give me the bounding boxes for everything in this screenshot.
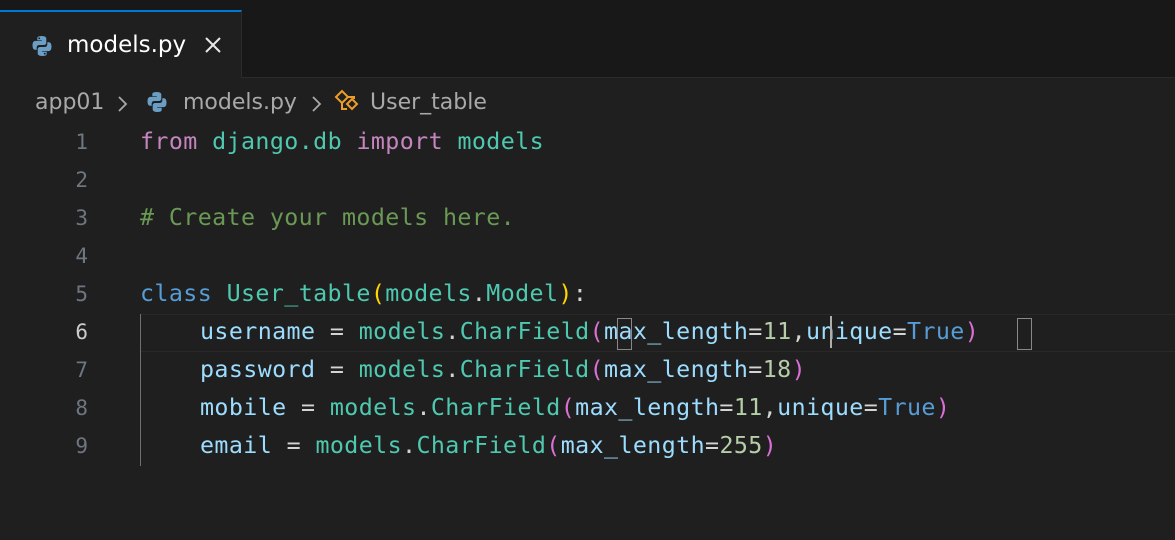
breadcrumb-file[interactable]: models.py xyxy=(183,90,297,115)
line-number: 1 xyxy=(75,130,88,154)
line-number: 3 xyxy=(75,206,88,230)
class-symbol-icon xyxy=(334,89,359,111)
python-icon xyxy=(32,36,52,56)
code-text: username = models.CharField(max_length=1… xyxy=(200,318,980,345)
code-comment: # Create your models here. xyxy=(140,204,516,231)
line-number: 8 xyxy=(75,396,88,420)
code-line[interactable]: 8 mobile = models.CharField(max_length=1… xyxy=(0,390,1175,428)
tab-models-py[interactable]: models.py xyxy=(0,10,242,78)
matching-bracket-highlight xyxy=(1017,318,1032,350)
line-number: 4 xyxy=(75,244,88,268)
breadcrumb-folder[interactable]: app01 xyxy=(35,90,104,115)
line-number: 9 xyxy=(75,434,88,458)
window-top-strip xyxy=(0,0,1175,10)
code-line[interactable]: 1 from django.db import models xyxy=(0,124,1175,162)
line-number: 5 xyxy=(75,282,88,306)
code-text: password = models.CharField(max_length=1… xyxy=(200,356,807,383)
matching-bracket-highlight xyxy=(617,318,632,350)
chevron-right-icon xyxy=(118,96,128,112)
tab-label: models.py xyxy=(67,32,187,58)
code-line[interactable]: 5 class User_table(models.Model): xyxy=(0,276,1175,314)
breadcrumb: app01 models.py User_table xyxy=(0,78,1175,128)
code-text: mobile = models.CharField(max_length=11,… xyxy=(200,394,951,421)
line-number: 2 xyxy=(75,168,88,192)
code-line[interactable]: 7 password = models.CharField(max_length… xyxy=(0,352,1175,390)
editor-tab-bar: models.py xyxy=(0,10,1175,78)
code-text: from django.db import models xyxy=(140,128,544,155)
code-text: email = models.CharField(max_length=255) xyxy=(200,432,778,459)
code-line[interactable]: 4 xyxy=(0,238,1175,276)
chevron-right-icon xyxy=(312,96,322,112)
code-line[interactable]: 9 email = models.CharField(max_length=25… xyxy=(0,428,1175,466)
code-text: class User_table(models.Model): xyxy=(140,280,588,307)
code-line-active[interactable]: 6 username = models.CharField(max_length… xyxy=(0,314,1175,352)
code-line[interactable]: 3 # Create your models here. xyxy=(0,200,1175,238)
text-cursor xyxy=(830,316,832,348)
line-number: 7 xyxy=(75,358,88,382)
code-line[interactable]: 2 xyxy=(0,162,1175,200)
close-icon[interactable] xyxy=(201,33,225,57)
python-icon xyxy=(147,92,167,112)
line-number: 6 xyxy=(75,320,88,344)
breadcrumb-symbol[interactable]: User_table xyxy=(370,90,487,115)
